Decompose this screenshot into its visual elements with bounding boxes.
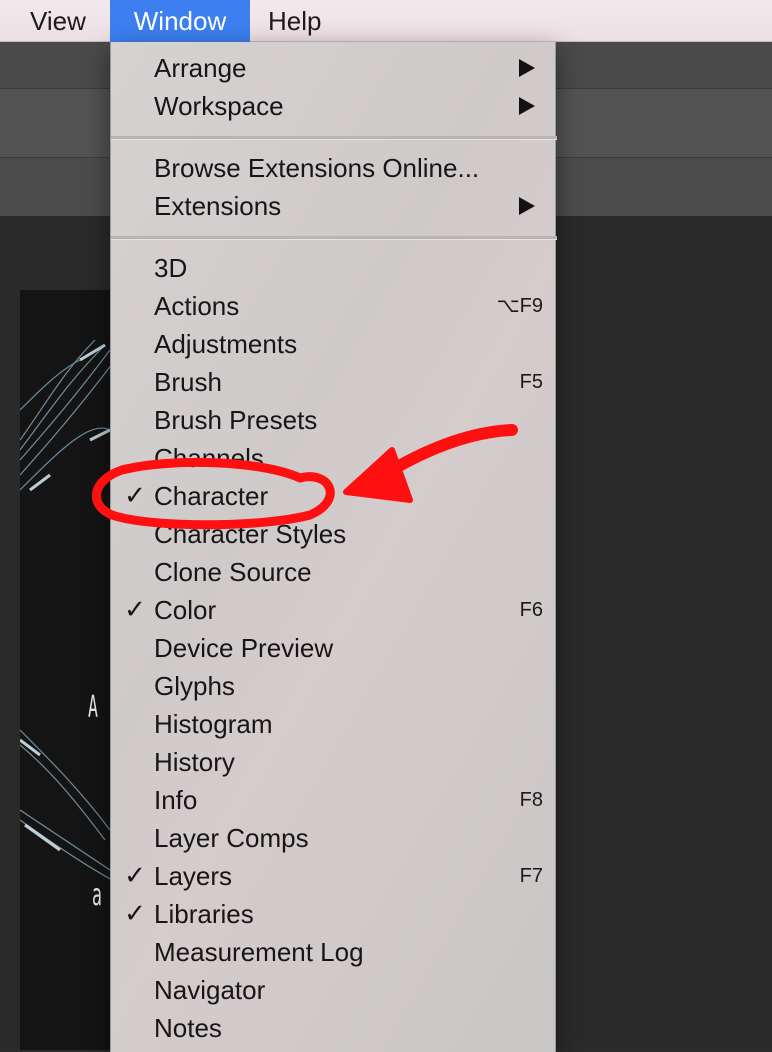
menu-item-label: Color (154, 595, 217, 625)
menu-item-extensions[interactable]: Extensions (111, 187, 557, 225)
menu-item-adjustments[interactable]: Adjustments (111, 325, 557, 363)
menu-item-label: Layers (154, 861, 233, 891)
menu-item-label: Info (154, 785, 198, 815)
menu-item-actions[interactable]: Actions ⌥F9 (111, 287, 557, 325)
menu-separator (111, 236, 557, 240)
menu-item-clone-source[interactable]: Clone Source (111, 553, 557, 591)
menubar-window[interactable]: Window (110, 0, 250, 42)
menu-bar: View Window Help (0, 0, 772, 42)
menu-item-label: Navigator (154, 975, 266, 1005)
menu-item-arrange[interactable]: Arrange (111, 49, 557, 87)
menu-item-label: Brush (154, 367, 222, 397)
menu-item-label: Brush Presets (154, 405, 318, 435)
menu-item-label: Extensions (154, 191, 282, 221)
menu-item-brush-presets[interactable]: Brush Presets (111, 401, 557, 439)
menu-item-label: Notes (154, 1013, 222, 1043)
window-menu: Arrange Workspace Browse Extensions Onli… (110, 42, 557, 1052)
menu-item-character[interactable]: ✓ Character (111, 477, 557, 515)
menu-item-layer-comps[interactable]: Layer Comps (111, 819, 557, 857)
menu-item-label: Actions (154, 291, 240, 321)
menu-item-label: Workspace (154, 91, 284, 121)
canvas-glyph: A (88, 690, 98, 725)
submenu-arrow-icon (519, 197, 535, 215)
menu-item-navigator[interactable]: Navigator (111, 971, 557, 1009)
shortcut-label: F5 (519, 371, 543, 393)
menu-item-libraries[interactable]: ✓ Libraries (111, 895, 557, 933)
menu-item-label: Libraries (154, 899, 254, 929)
menu-item-histogram[interactable]: Histogram (111, 705, 557, 743)
shortcut-label: F6 (519, 599, 543, 621)
menu-item-label: History (154, 747, 235, 777)
menu-item-device-preview[interactable]: Device Preview (111, 629, 557, 667)
menu-item-label: Channels (154, 443, 264, 473)
menu-item-character-styles[interactable]: Character Styles (111, 515, 557, 553)
menu-item-label: Layer Comps (154, 823, 309, 853)
menu-item-channels[interactable]: Channels (111, 439, 557, 477)
menu-item-measurement-log[interactable]: Measurement Log (111, 933, 557, 971)
checkmark-icon: ✓ (124, 595, 146, 625)
canvas-glyph: a (92, 878, 102, 913)
shortcut-label: F7 (519, 865, 543, 887)
checkmark-icon: ✓ (124, 899, 146, 929)
submenu-arrow-icon (519, 59, 535, 77)
menu-item-brush[interactable]: Brush F5 (111, 363, 557, 401)
menu-item-label: Character (154, 481, 269, 511)
menu-item-notes[interactable]: Notes (111, 1009, 557, 1047)
menu-item-label: Glyphs (154, 671, 235, 701)
menu-item-workspace[interactable]: Workspace (111, 87, 557, 125)
menu-item-3d[interactable]: 3D (111, 249, 557, 287)
menu-item-label: Character Styles (154, 519, 347, 549)
menu-item-info[interactable]: Info F8 (111, 781, 557, 819)
menu-item-glyphs[interactable]: Glyphs (111, 667, 557, 705)
menu-separator (111, 136, 557, 140)
menu-item-label: Measurement Log (154, 937, 364, 967)
shortcut-label: ⌥F9 (496, 295, 543, 317)
menu-item-history[interactable]: History (111, 743, 557, 781)
menu-item-layers[interactable]: ✓ Layers F7 (111, 857, 557, 895)
menu-item-label: Browse Extensions Online... (154, 153, 480, 183)
menubar-help[interactable]: Help (250, 0, 339, 42)
checkmark-icon: ✓ (124, 861, 146, 891)
submenu-arrow-icon (519, 97, 535, 115)
menu-item-browse-extensions-online[interactable]: Browse Extensions Online... (111, 149, 557, 187)
menu-item-label: Arrange (154, 53, 247, 83)
menu-item-label: Device Preview (154, 633, 334, 663)
checkmark-icon: ✓ (124, 481, 146, 511)
menu-item-label: Clone Source (154, 557, 312, 587)
menubar-view[interactable]: View (12, 0, 104, 42)
menu-item-label: Histogram (154, 709, 273, 739)
menu-item-color[interactable]: ✓ Color F6 (111, 591, 557, 629)
menu-item-label: Adjustments (154, 329, 298, 359)
shortcut-label: F8 (519, 789, 543, 811)
menu-item-label: 3D (154, 253, 188, 283)
